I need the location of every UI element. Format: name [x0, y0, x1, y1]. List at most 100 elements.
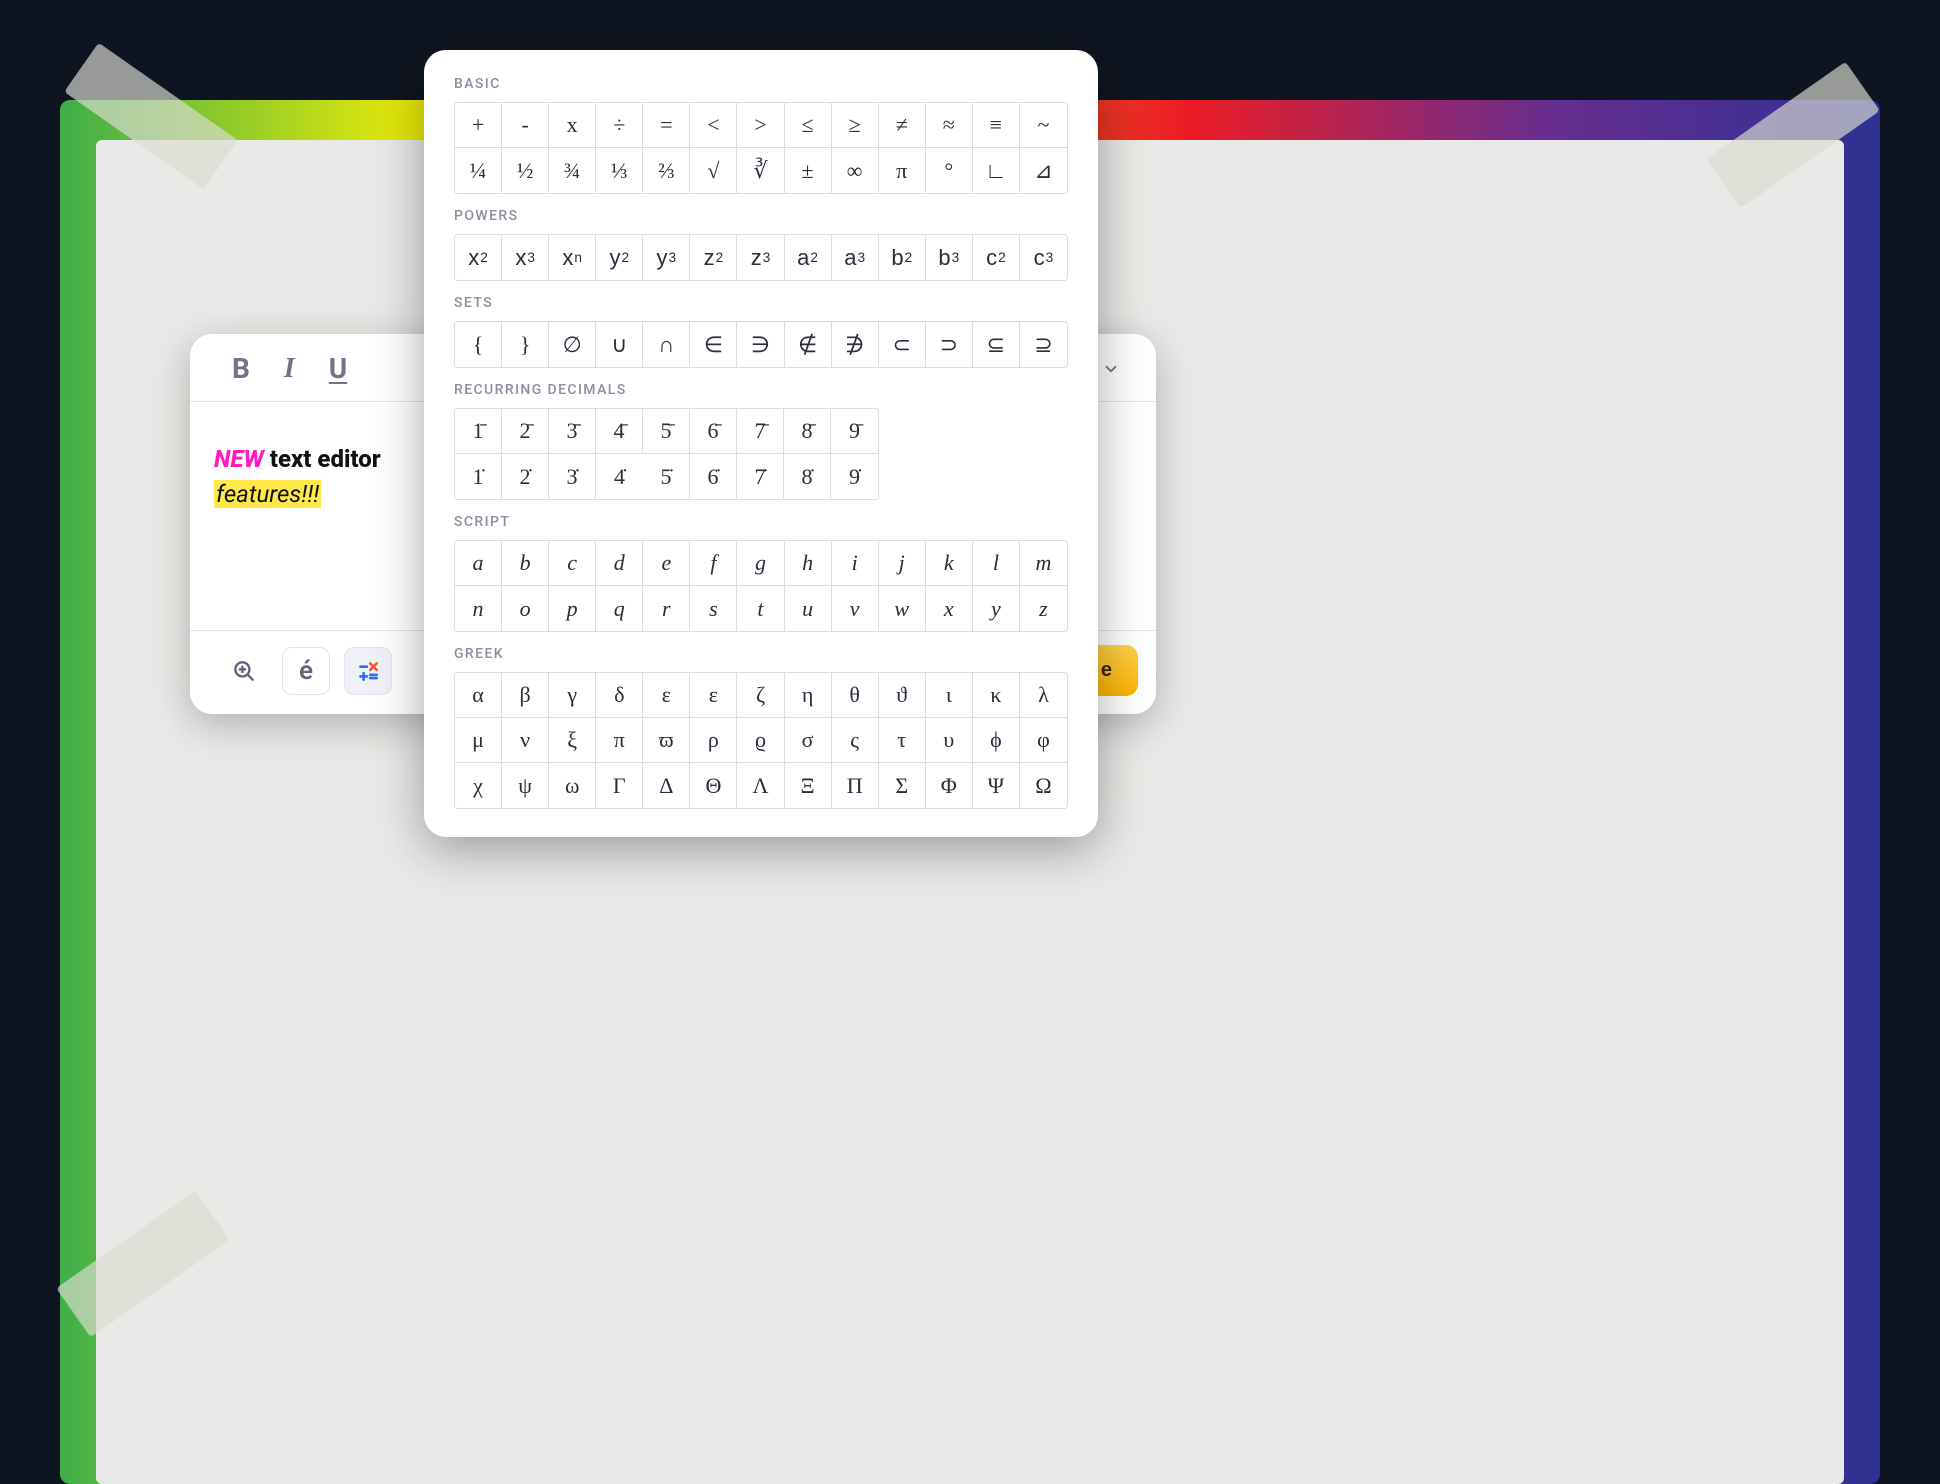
symbol-cell[interactable]: Ω	[1020, 763, 1067, 808]
zoom-in-icon[interactable]	[220, 647, 268, 695]
symbol-cell[interactable]: Φ	[926, 763, 973, 808]
symbol-cell[interactable]: <	[690, 103, 737, 148]
symbol-cell[interactable]: q	[596, 586, 643, 631]
symbol-cell[interactable]: ½	[502, 148, 549, 193]
chevron-down-icon[interactable]	[1102, 360, 1120, 378]
symbol-cell[interactable]: 4̄	[596, 409, 643, 454]
symbol-cell[interactable]: ⊂	[879, 322, 926, 367]
symbol-cell[interactable]: a3	[832, 235, 879, 280]
symbol-cell[interactable]: 5̇	[643, 454, 690, 499]
symbol-cell[interactable]: ∛	[737, 148, 784, 193]
symbol-cell[interactable]: 1̄	[455, 409, 502, 454]
symbol-cell[interactable]: s	[690, 586, 737, 631]
symbol-cell[interactable]: r	[643, 586, 690, 631]
symbol-cell[interactable]: 4̇	[596, 454, 643, 499]
symbol-cell[interactable]: i	[832, 541, 879, 586]
symbol-cell[interactable]: α	[455, 673, 502, 718]
symbol-cell[interactable]: a	[455, 541, 502, 586]
symbol-cell[interactable]: z2	[690, 235, 737, 280]
symbol-cell[interactable]: a2	[785, 235, 832, 280]
symbol-cell[interactable]: ∩	[643, 322, 690, 367]
symbol-cell[interactable]: ∉	[785, 322, 832, 367]
symbol-cell[interactable]: 9̄	[831, 409, 878, 454]
symbol-cell[interactable]: Σ	[879, 763, 926, 808]
symbol-cell[interactable]: 7̇	[737, 454, 784, 499]
symbol-cell[interactable]: ¾	[549, 148, 596, 193]
symbol-cell[interactable]: -	[502, 103, 549, 148]
symbol-cell[interactable]: ≡	[973, 103, 1020, 148]
symbol-cell[interactable]: η	[785, 673, 832, 718]
math-symbols-button[interactable]	[344, 647, 392, 695]
symbol-cell[interactable]: e	[643, 541, 690, 586]
symbol-cell[interactable]: ≥	[832, 103, 879, 148]
symbol-cell[interactable]: ζ	[737, 673, 784, 718]
symbol-cell[interactable]: π	[879, 148, 926, 193]
symbol-cell[interactable]: c2	[973, 235, 1020, 280]
symbol-cell[interactable]: n	[455, 586, 502, 631]
symbol-cell[interactable]: Λ	[737, 763, 784, 808]
symbol-cell[interactable]: β	[502, 673, 549, 718]
symbol-cell[interactable]: Ψ	[973, 763, 1020, 808]
symbol-cell[interactable]: 6̇	[690, 454, 737, 499]
symbol-cell[interactable]: γ	[549, 673, 596, 718]
symbol-cell[interactable]: o	[502, 586, 549, 631]
symbol-cell[interactable]: 5̄	[643, 409, 690, 454]
symbol-cell[interactable]: 1̇	[455, 454, 502, 499]
symbol-cell[interactable]: b2	[879, 235, 926, 280]
symbol-cell[interactable]: ⊿	[1020, 148, 1067, 193]
symbol-cell[interactable]: z3	[737, 235, 784, 280]
symbol-cell[interactable]: χ	[455, 763, 502, 808]
symbol-cell[interactable]: c	[549, 541, 596, 586]
symbol-cell[interactable]: d	[596, 541, 643, 586]
symbol-cell[interactable]: 6̄	[690, 409, 737, 454]
symbol-cell[interactable]: >	[737, 103, 784, 148]
symbol-cell[interactable]: +	[455, 103, 502, 148]
italic-button[interactable]: I	[284, 353, 295, 385]
symbol-cell[interactable]: 8̇	[784, 454, 831, 499]
symbol-cell[interactable]: °	[926, 148, 973, 193]
symbol-cell[interactable]: c3	[1020, 235, 1067, 280]
symbol-cell[interactable]: ⅓	[596, 148, 643, 193]
bold-button[interactable]: B	[232, 352, 250, 385]
accent-character-button[interactable]: é	[282, 647, 330, 695]
symbol-cell[interactable]: 2̄	[502, 409, 549, 454]
symbol-cell[interactable]: υ	[926, 718, 973, 763]
symbol-cell[interactable]: y	[973, 586, 1020, 631]
symbol-cell[interactable]: Π	[832, 763, 879, 808]
symbol-cell[interactable]: Γ	[596, 763, 643, 808]
symbol-cell[interactable]: λ	[1020, 673, 1067, 718]
symbol-cell[interactable]: 3̇	[549, 454, 596, 499]
symbol-cell[interactable]: x	[926, 586, 973, 631]
symbol-cell[interactable]: x	[549, 103, 596, 148]
symbol-cell[interactable]: √	[690, 148, 737, 193]
symbol-cell[interactable]: δ	[596, 673, 643, 718]
symbol-cell[interactable]: τ	[879, 718, 926, 763]
symbol-cell[interactable]: ¼	[455, 148, 502, 193]
symbol-cell[interactable]: y2	[596, 235, 643, 280]
symbol-cell[interactable]: {	[455, 322, 502, 367]
symbol-cell[interactable]: 7̄	[737, 409, 784, 454]
symbol-cell[interactable]: b	[502, 541, 549, 586]
symbol-cell[interactable]: l	[973, 541, 1020, 586]
symbol-cell[interactable]: ⊇	[1020, 322, 1067, 367]
symbol-cell[interactable]: k	[926, 541, 973, 586]
symbol-cell[interactable]: }	[502, 322, 549, 367]
symbol-cell[interactable]: ≤	[785, 103, 832, 148]
symbol-cell[interactable]: p	[549, 586, 596, 631]
symbol-cell[interactable]: ρ	[690, 718, 737, 763]
symbol-cell[interactable]: Δ	[643, 763, 690, 808]
symbol-cell[interactable]: π	[596, 718, 643, 763]
symbol-cell[interactable]: 8̄	[784, 409, 831, 454]
symbol-cell[interactable]: ⅔	[643, 148, 690, 193]
symbol-cell[interactable]: ς	[832, 718, 879, 763]
symbol-cell[interactable]: 9̇	[831, 454, 878, 499]
symbol-cell[interactable]: Θ	[690, 763, 737, 808]
symbol-cell[interactable]: f	[690, 541, 737, 586]
symbol-cell[interactable]: x2	[455, 235, 502, 280]
symbol-cell[interactable]: ⊆	[973, 322, 1020, 367]
symbol-cell[interactable]: ι	[926, 673, 973, 718]
symbol-cell[interactable]: ÷	[596, 103, 643, 148]
symbol-cell[interactable]: ϕ	[973, 718, 1020, 763]
symbol-cell[interactable]: θ	[832, 673, 879, 718]
symbol-cell[interactable]: xn	[549, 235, 596, 280]
